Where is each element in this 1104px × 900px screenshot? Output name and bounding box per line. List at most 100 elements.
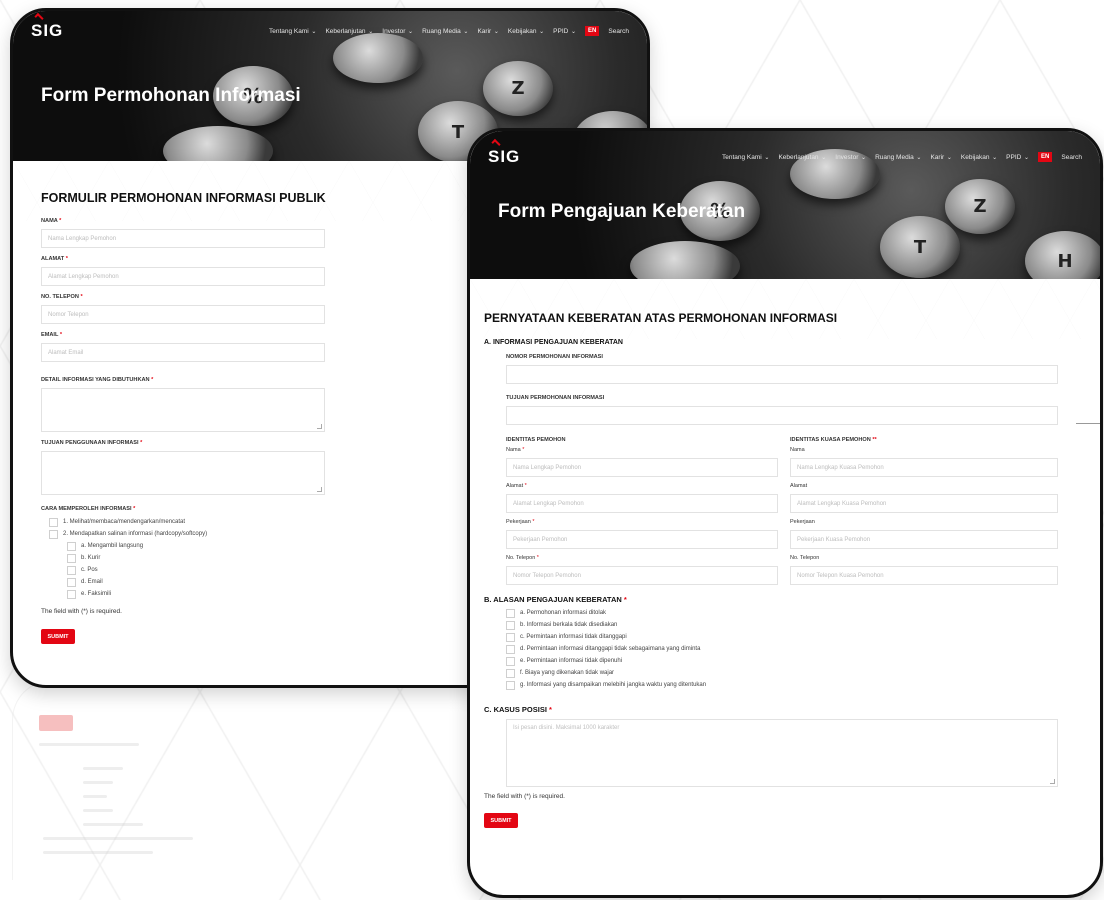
detail-textarea[interactable] <box>41 388 325 432</box>
cara-label: CARA MEMPEROLEH INFORMASI <box>41 506 132 512</box>
nav-keberlanjutan[interactable]: Keberlanjutan ⌄ <box>778 154 826 161</box>
sig-logo[interactable]: SIG <box>488 138 520 167</box>
chevron-down-icon: ⌄ <box>914 154 922 161</box>
nav-ruang-media[interactable]: Ruang Media ⌄ <box>875 154 921 161</box>
checkbox[interactable] <box>49 529 58 539</box>
keberatan-form: PERNYATAAN KEBERATAN ATAS PERMOHONAN INF… <box>470 279 1100 828</box>
kuasa-nama-input[interactable]: Nama Lengkap Kuasa Pemohon <box>790 458 1058 477</box>
checkbox[interactable] <box>506 620 515 630</box>
nav-search[interactable]: Search <box>608 28 629 35</box>
chevron-down-icon: ⌄ <box>945 154 952 161</box>
alasan-option-b[interactable]: b. Informasi berkala tidak disediakan <box>506 619 1086 631</box>
page-title: Form Permohonan Informasi <box>41 85 301 106</box>
nama-input[interactable]: Nama Lengkap Pemohon <box>41 229 325 248</box>
alasan-option-a[interactable]: a. Permohonan informasi ditolak <box>506 607 1086 619</box>
chevron-down-icon: ⌄ <box>309 28 317 35</box>
keycap-h: H <box>1025 231 1100 279</box>
kuasa-alamat-input[interactable]: Alamat Lengkap Kuasa Pemohon <box>790 494 1058 513</box>
identitas-pemohon-column: IDENTITAS PEMOHON Nama * Nama Lengkap Pe… <box>506 437 778 585</box>
submit-button[interactable]: SUBMIT <box>41 629 75 644</box>
chevron-down-icon: ⌄ <box>461 28 469 35</box>
nav-kebijakan[interactable]: Kebijakan ⌄ <box>508 28 544 35</box>
nav-ppid[interactable]: PPID ⌄ <box>553 28 576 35</box>
nav-investor[interactable]: Investor ⌄ <box>835 154 866 161</box>
kasus-posisi-textarea[interactable]: Isi pesan disini. Maksimal 1000 karakter <box>506 719 1058 787</box>
top-nav: SIG Tentang Kami ⌄ Keberlanjutan ⌄ Inves… <box>13 11 647 51</box>
pemohon-telepon-input[interactable]: Nomor Telepon Pemohon <box>506 566 778 585</box>
telepon-label: NO. TELEPON <box>41 294 79 300</box>
nav-investor[interactable]: Investor ⌄ <box>382 28 413 35</box>
nav-karir[interactable]: Karir ⌄ <box>477 28 498 35</box>
checkbox[interactable] <box>67 565 76 575</box>
pemohon-alamat-label: Alamat <box>506 483 524 489</box>
chevron-down-icon: ⌄ <box>819 154 827 161</box>
section-c-title: C. KASUS POSISI * <box>484 705 552 714</box>
pemohon-pekerjaan-input[interactable]: Pekerjaan Pemohon <box>506 530 778 549</box>
checkbox[interactable] <box>506 608 515 618</box>
nav-ppid[interactable]: PPID ⌄ <box>1006 154 1029 161</box>
tujuan-permohonan-input[interactable] <box>506 406 1058 425</box>
email-input[interactable]: Alamat Email <box>41 343 325 362</box>
checkbox[interactable] <box>506 632 515 642</box>
kuasa-pekerjaan-input[interactable]: Pekerjaan Kuasa Pemohon <box>790 530 1058 549</box>
keycap-blank-3 <box>163 126 273 161</box>
nav-ruang-media[interactable]: Ruang Media ⌄ <box>422 28 468 35</box>
pemohon-alamat-input[interactable]: Alamat Lengkap Pemohon <box>506 494 778 513</box>
checkbox[interactable] <box>67 577 76 587</box>
kuasa-pekerjaan-label: Pekerjaan <box>790 519 815 525</box>
nomor-label: NOMOR PERMOHONAN INFORMASI <box>506 354 603 360</box>
nav-tentang-kami[interactable]: Tentang Kami ⌄ <box>269 28 316 35</box>
language-toggle[interactable]: EN <box>1038 152 1053 162</box>
kuasa-alamat-label: Alamat <box>790 483 808 489</box>
nav-tentang-kami[interactable]: Tentang Kami ⌄ <box>722 154 769 161</box>
checkbox[interactable] <box>67 553 76 563</box>
required-note: The field with (*) is required. <box>484 793 565 800</box>
checkbox[interactable] <box>49 517 58 527</box>
kuasa-telepon-input[interactable]: Nomor Telepon Kuasa Pemohon <box>790 566 1058 585</box>
alasan-options: a. Permohonan informasi ditolak b. Infor… <box>484 607 1086 691</box>
pemohon-nama-input[interactable]: Nama Lengkap Pemohon <box>506 458 778 477</box>
language-toggle[interactable]: EN <box>585 26 600 36</box>
nav-karir[interactable]: Karir ⌄ <box>930 154 951 161</box>
kuasa-nama-label: Nama <box>790 447 805 453</box>
telepon-input[interactable]: Nomor Telepon <box>41 305 325 324</box>
keycap-z: Z <box>945 179 1015 234</box>
checkbox[interactable] <box>506 680 515 690</box>
submit-button[interactable]: SUBMIT <box>484 813 518 828</box>
detail-label: DETAIL INFORMASI YANG DIBUTUHKAN <box>41 377 150 383</box>
email-label: EMAIL <box>41 332 59 338</box>
checkbox[interactable] <box>67 589 76 599</box>
pemohon-pekerjaan-label: Pekerjaan <box>506 519 531 525</box>
checkbox[interactable] <box>506 668 515 678</box>
alasan-option-e[interactable]: e. Permintaan informasi tidak dipenuhi <box>506 655 1086 667</box>
section-b-title: B. ALASAN PENGAJUAN KEBERATAN * <box>484 595 627 604</box>
alasan-option-c[interactable]: c. Permintaan informasi tidak ditanggapi <box>506 631 1086 643</box>
reflection-submit <box>39 715 73 731</box>
sig-logo[interactable]: SIG <box>31 12 63 41</box>
alamat-input[interactable]: Alamat Lengkap Pemohon <box>41 267 325 286</box>
tujuan-textarea[interactable] <box>41 451 325 495</box>
chevron-down-icon: ⌄ <box>859 154 867 161</box>
pemohon-nama-label: Nama <box>506 447 521 453</box>
alasan-option-g[interactable]: g. Informasi yang disampaikan melebihi j… <box>506 679 1086 691</box>
alasan-option-f[interactable]: f. Biaya yang dikenakan tidak wajar <box>506 667 1086 679</box>
nav-search[interactable]: Search <box>1061 154 1082 161</box>
chevron-down-icon: ⌄ <box>569 28 577 35</box>
nav-kebijakan[interactable]: Kebijakan ⌄ <box>961 154 997 161</box>
chevron-down-icon: ⌄ <box>366 28 374 35</box>
page-title: Form Pengajuan Keberatan <box>498 201 746 222</box>
alasan-option-d[interactable]: d. Permintaan informasi ditanggapi tidak… <box>506 643 1086 655</box>
nav-keberlanjutan[interactable]: Keberlanjutan ⌄ <box>325 28 373 35</box>
pemohon-telepon-label: No. Telepon <box>506 555 536 561</box>
chevron-down-icon: ⌄ <box>990 154 998 161</box>
keycap-blank-3 <box>630 241 740 279</box>
checkbox[interactable] <box>67 541 76 551</box>
alamat-label: ALAMAT <box>41 256 65 262</box>
tujuan-label: TUJUAN PENGGUNAAN INFORMASI <box>41 440 139 446</box>
chevron-down-icon: ⌄ <box>762 154 770 161</box>
hero-banner: % Z T H SIG Tentang Kami ⌄ Keberlanjutan… <box>470 131 1100 279</box>
nama-label: NAMA <box>41 218 58 224</box>
nomor-permohonan-input[interactable] <box>506 365 1058 384</box>
checkbox[interactable] <box>506 644 515 654</box>
checkbox[interactable] <box>506 656 515 666</box>
